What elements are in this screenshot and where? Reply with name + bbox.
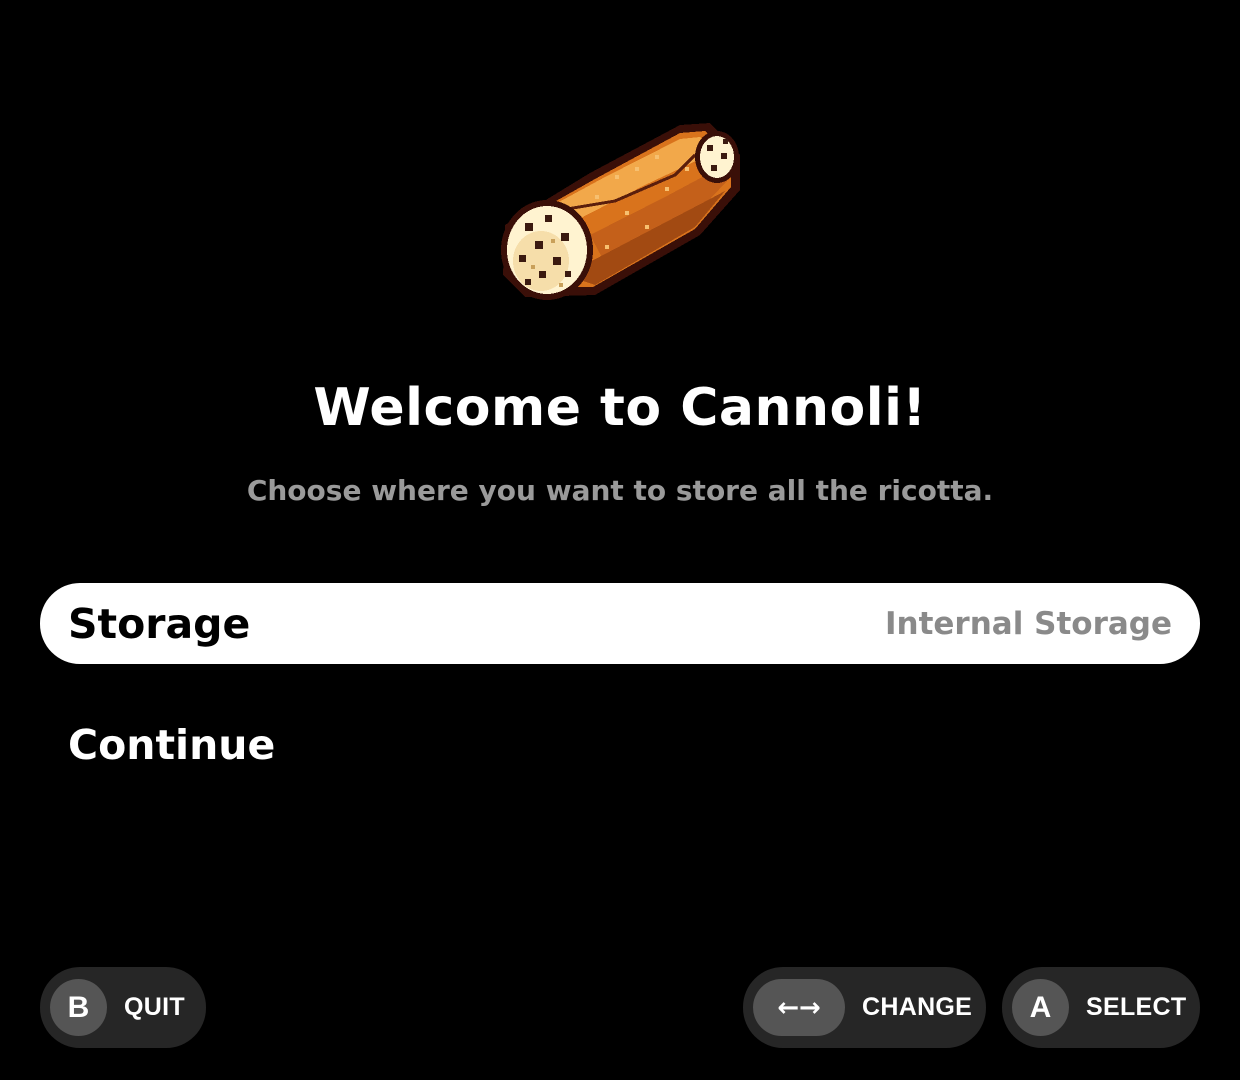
- storage-label: Storage: [68, 599, 251, 648]
- cannoli-logo-icon: [501, 123, 740, 300]
- quit-label: QUIT: [124, 993, 185, 1021]
- welcome-title: Welcome to Cannoli!: [313, 378, 927, 438]
- menu-item-continue[interactable]: Continue: [40, 704, 1200, 785]
- menu-item-storage[interactable]: Storage Internal Storage: [40, 583, 1200, 664]
- welcome-subtitle: Choose where you want to store all the r…: [246, 474, 994, 507]
- b-button-icon: B: [50, 979, 107, 1036]
- left-right-arrows-icon: ←→: [753, 979, 845, 1036]
- change-button[interactable]: ←→ CHANGE: [743, 967, 986, 1048]
- continue-label: Continue: [68, 720, 276, 769]
- a-button-icon: A: [1012, 979, 1069, 1036]
- quit-button[interactable]: B QUIT: [40, 967, 206, 1048]
- select-button[interactable]: A SELECT: [1002, 967, 1200, 1048]
- select-label: SELECT: [1086, 993, 1187, 1021]
- storage-value: Internal Storage: [884, 605, 1172, 642]
- change-label: CHANGE: [862, 993, 973, 1021]
